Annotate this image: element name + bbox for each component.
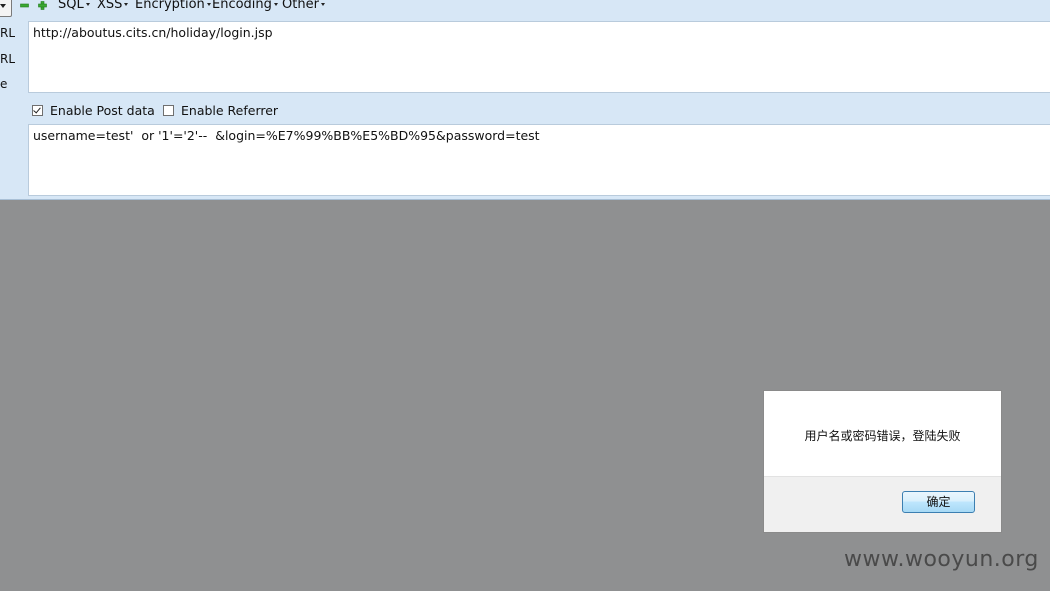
chevron-down-icon: [273, 3, 278, 6]
enable-referrer-option[interactable]: Enable Referrer: [163, 102, 278, 118]
referrer-checkbox[interactable]: [163, 104, 174, 116]
chevron-down-icon: [0, 4, 6, 8]
hackbar-panel: SQL XSS Encryption Encoding Other RL RL …: [0, 0, 1050, 200]
chevron-down-icon: [206, 3, 211, 6]
menu-xss[interactable]: XSS: [97, 0, 129, 12]
menu-bar: SQL XSS Encryption Encoding Other: [0, 0, 1050, 17]
plus-icon[interactable]: [38, 1, 47, 10]
post-data-input[interactable]: username=test' or '1'='2'-- &login=%E7%9…: [28, 124, 1050, 196]
dialog-footer: 确定: [764, 476, 1001, 532]
post-data-label: Enable Post data: [50, 102, 155, 118]
post-data-value: username=test' or '1'='2'-- &login=%E7%9…: [33, 128, 540, 143]
menu-encryption[interactable]: Encryption: [135, 0, 211, 12]
dialog-message: 用户名或密码错误，登陆失败: [804, 429, 961, 443]
side-label-execute[interactable]: e: [0, 77, 7, 91]
minus-icon[interactable]: [20, 1, 29, 10]
side-label-load-url[interactable]: RL: [0, 26, 15, 40]
chevron-down-icon: [124, 3, 129, 6]
referrer-label: Enable Referrer: [181, 102, 279, 118]
menu-sql[interactable]: SQL: [58, 0, 90, 12]
chevron-down-icon: [85, 3, 90, 6]
chevron-down-icon: [320, 3, 325, 6]
alert-dialog: 用户名或密码错误，登陆失败 确定: [763, 390, 1002, 533]
url-value: http://aboutus.cits.cn/holiday/login.jsp: [33, 25, 273, 40]
menu-encoding[interactable]: Encoding: [212, 0, 278, 12]
watermark: www.wooyun.org: [844, 547, 1039, 572]
load-dropdown-button[interactable]: [0, 0, 12, 17]
side-label-split-url[interactable]: RL: [0, 52, 15, 66]
enable-post-data-option[interactable]: Enable Post data: [32, 102, 155, 118]
ok-button[interactable]: 确定: [902, 491, 975, 513]
menu-other[interactable]: Other: [282, 0, 325, 12]
url-input[interactable]: http://aboutus.cits.cn/holiday/login.jsp: [28, 21, 1050, 93]
post-data-checkbox[interactable]: [32, 104, 43, 116]
